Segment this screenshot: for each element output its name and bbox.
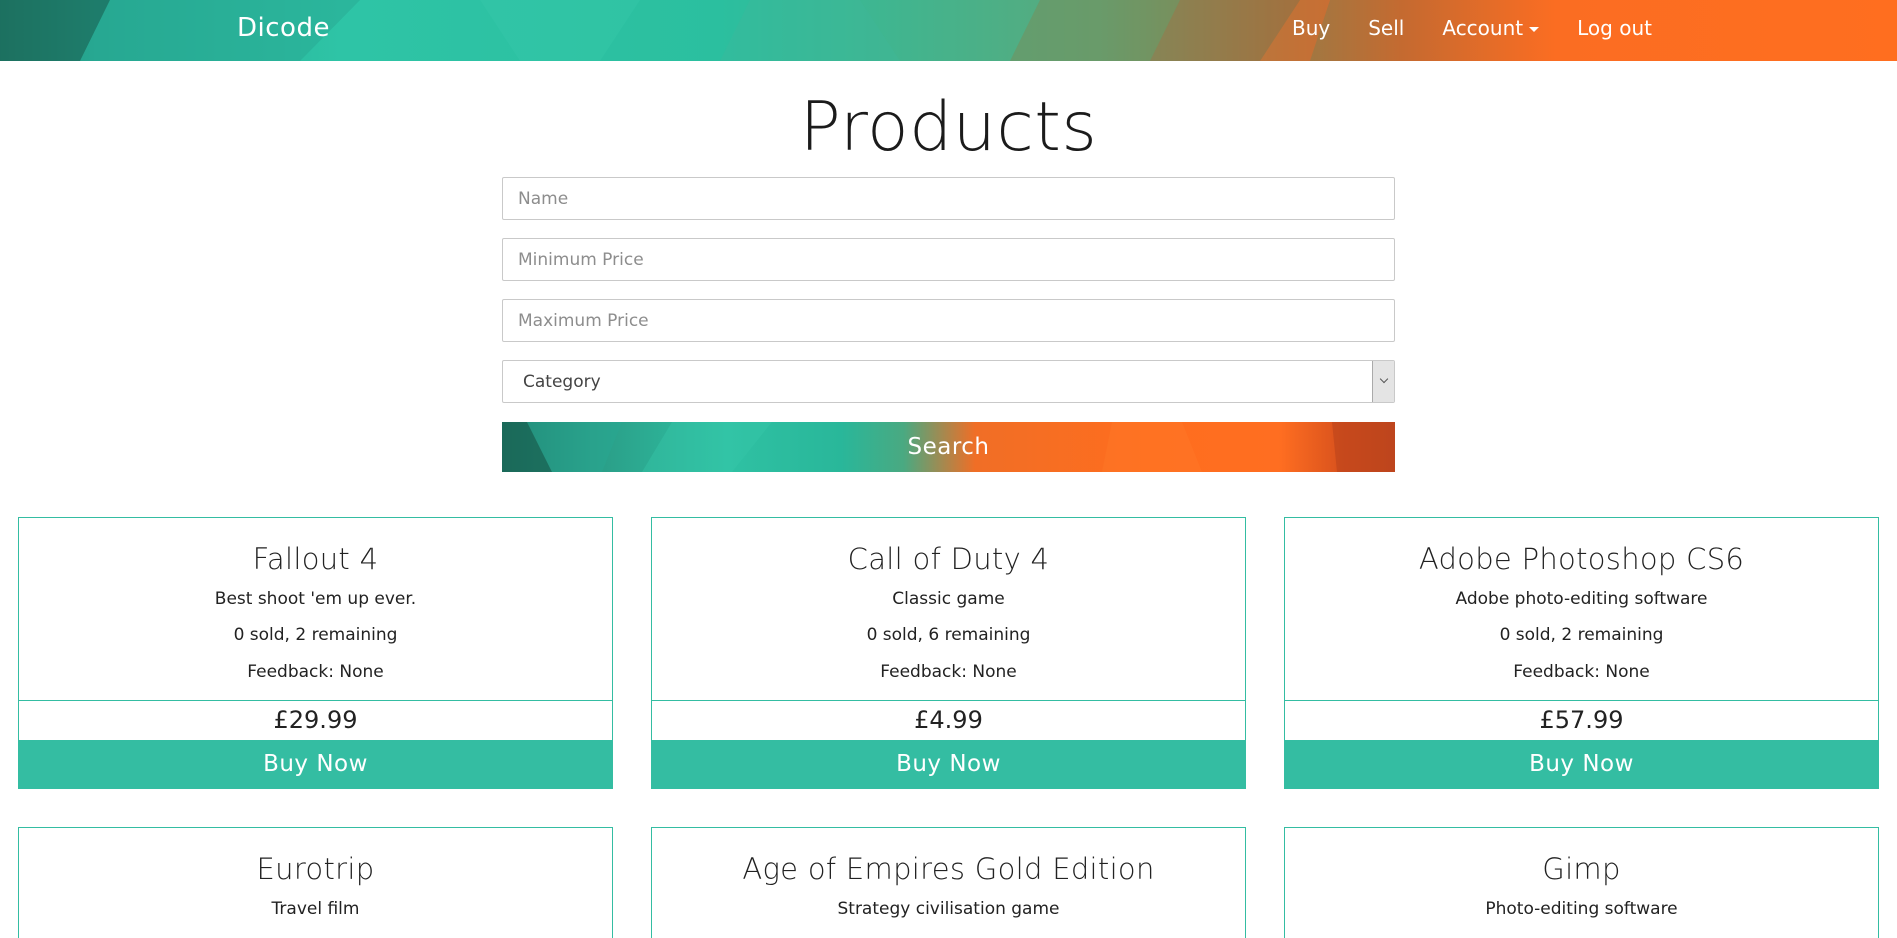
name-input[interactable] xyxy=(502,177,1395,220)
product-description: Best shoot 'em up ever. xyxy=(214,589,417,609)
product-card: Fallout 4 Best shoot 'em up ever. 0 sold… xyxy=(18,517,613,789)
product-name[interactable]: Fallout 4 xyxy=(19,518,612,582)
search-button-label: Search xyxy=(907,434,990,460)
product-name[interactable]: Eurotrip xyxy=(19,828,612,892)
nav-links: Buy Sell Account Log out xyxy=(1292,16,1690,40)
caret-down-icon xyxy=(1529,27,1540,32)
product-stock: 0 sold, 2 remaining xyxy=(233,625,398,645)
brand-logo[interactable]: Dicode xyxy=(237,13,330,43)
buy-now-button[interactable]: Buy Now xyxy=(652,740,1245,788)
max-price-input[interactable] xyxy=(502,299,1395,342)
nav-sell[interactable]: Sell xyxy=(1368,16,1404,40)
product-card: Eurotrip Travel film xyxy=(18,827,613,938)
product-card-body: Adobe Photoshop CS6 Adobe photo-editing … xyxy=(1285,518,1878,701)
product-stock: 0 sold, 6 remaining xyxy=(866,625,1031,645)
product-card-body: Call of Duty 4 Classic game 0 sold, 6 re… xyxy=(652,518,1245,701)
nav-buy[interactable]: Buy xyxy=(1292,16,1330,40)
page-title: Products xyxy=(799,88,1098,167)
product-description: Travel film xyxy=(271,899,360,919)
product-name[interactable]: Call of Duty 4 xyxy=(652,518,1245,582)
nav-account-label: Account xyxy=(1442,16,1524,40)
product-price: £29.99 xyxy=(273,706,358,734)
chevron-down-icon xyxy=(1379,374,1389,384)
product-card: Age of Empires Gold Edition Strategy civ… xyxy=(651,827,1246,938)
buy-now-button[interactable]: Buy Now xyxy=(1285,740,1878,788)
category-select-button[interactable] xyxy=(1372,361,1394,402)
product-description: Adobe photo-editing software xyxy=(1455,589,1708,609)
product-card: Call of Duty 4 Classic game 0 sold, 6 re… xyxy=(651,517,1246,789)
product-description: Strategy civilisation game xyxy=(837,899,1060,919)
product-card-body: Fallout 4 Best shoot 'em up ever. 0 sold… xyxy=(19,518,612,701)
nav-log-out[interactable]: Log out xyxy=(1577,16,1652,40)
category-select-value: Category xyxy=(502,360,1395,403)
nav-account-dropdown[interactable]: Account xyxy=(1442,16,1540,40)
product-search-form: Category Search xyxy=(502,177,1395,472)
product-stock: 0 sold, 2 remaining xyxy=(1499,625,1664,645)
product-card-body: Age of Empires Gold Edition Strategy civ… xyxy=(652,828,1245,938)
product-price: £57.99 xyxy=(1539,706,1624,734)
product-card-body: Gimp Photo-editing software xyxy=(1285,828,1878,938)
product-name[interactable]: Gimp xyxy=(1285,828,1878,892)
category-select[interactable]: Category xyxy=(502,360,1395,403)
product-card: Adobe Photoshop CS6 Adobe photo-editing … xyxy=(1284,517,1879,789)
product-name[interactable]: Age of Empires Gold Edition xyxy=(652,828,1245,892)
product-feedback: Feedback: None xyxy=(880,662,1017,682)
product-feedback: Feedback: None xyxy=(1513,662,1650,682)
product-description: Classic game xyxy=(892,589,1005,609)
navbar: Dicode Buy Sell Account Log out xyxy=(0,0,1897,61)
product-card: Gimp Photo-editing software xyxy=(1284,827,1879,938)
search-button[interactable]: Search xyxy=(502,422,1395,472)
product-name[interactable]: Adobe Photoshop CS6 xyxy=(1285,518,1878,582)
min-price-input[interactable] xyxy=(502,238,1395,281)
product-feedback: Feedback: None xyxy=(247,662,384,682)
product-card-body: Eurotrip Travel film xyxy=(19,828,612,938)
product-price: £4.99 xyxy=(914,706,983,734)
buy-now-button[interactable]: Buy Now xyxy=(19,740,612,788)
product-description: Photo-editing software xyxy=(1485,899,1678,919)
